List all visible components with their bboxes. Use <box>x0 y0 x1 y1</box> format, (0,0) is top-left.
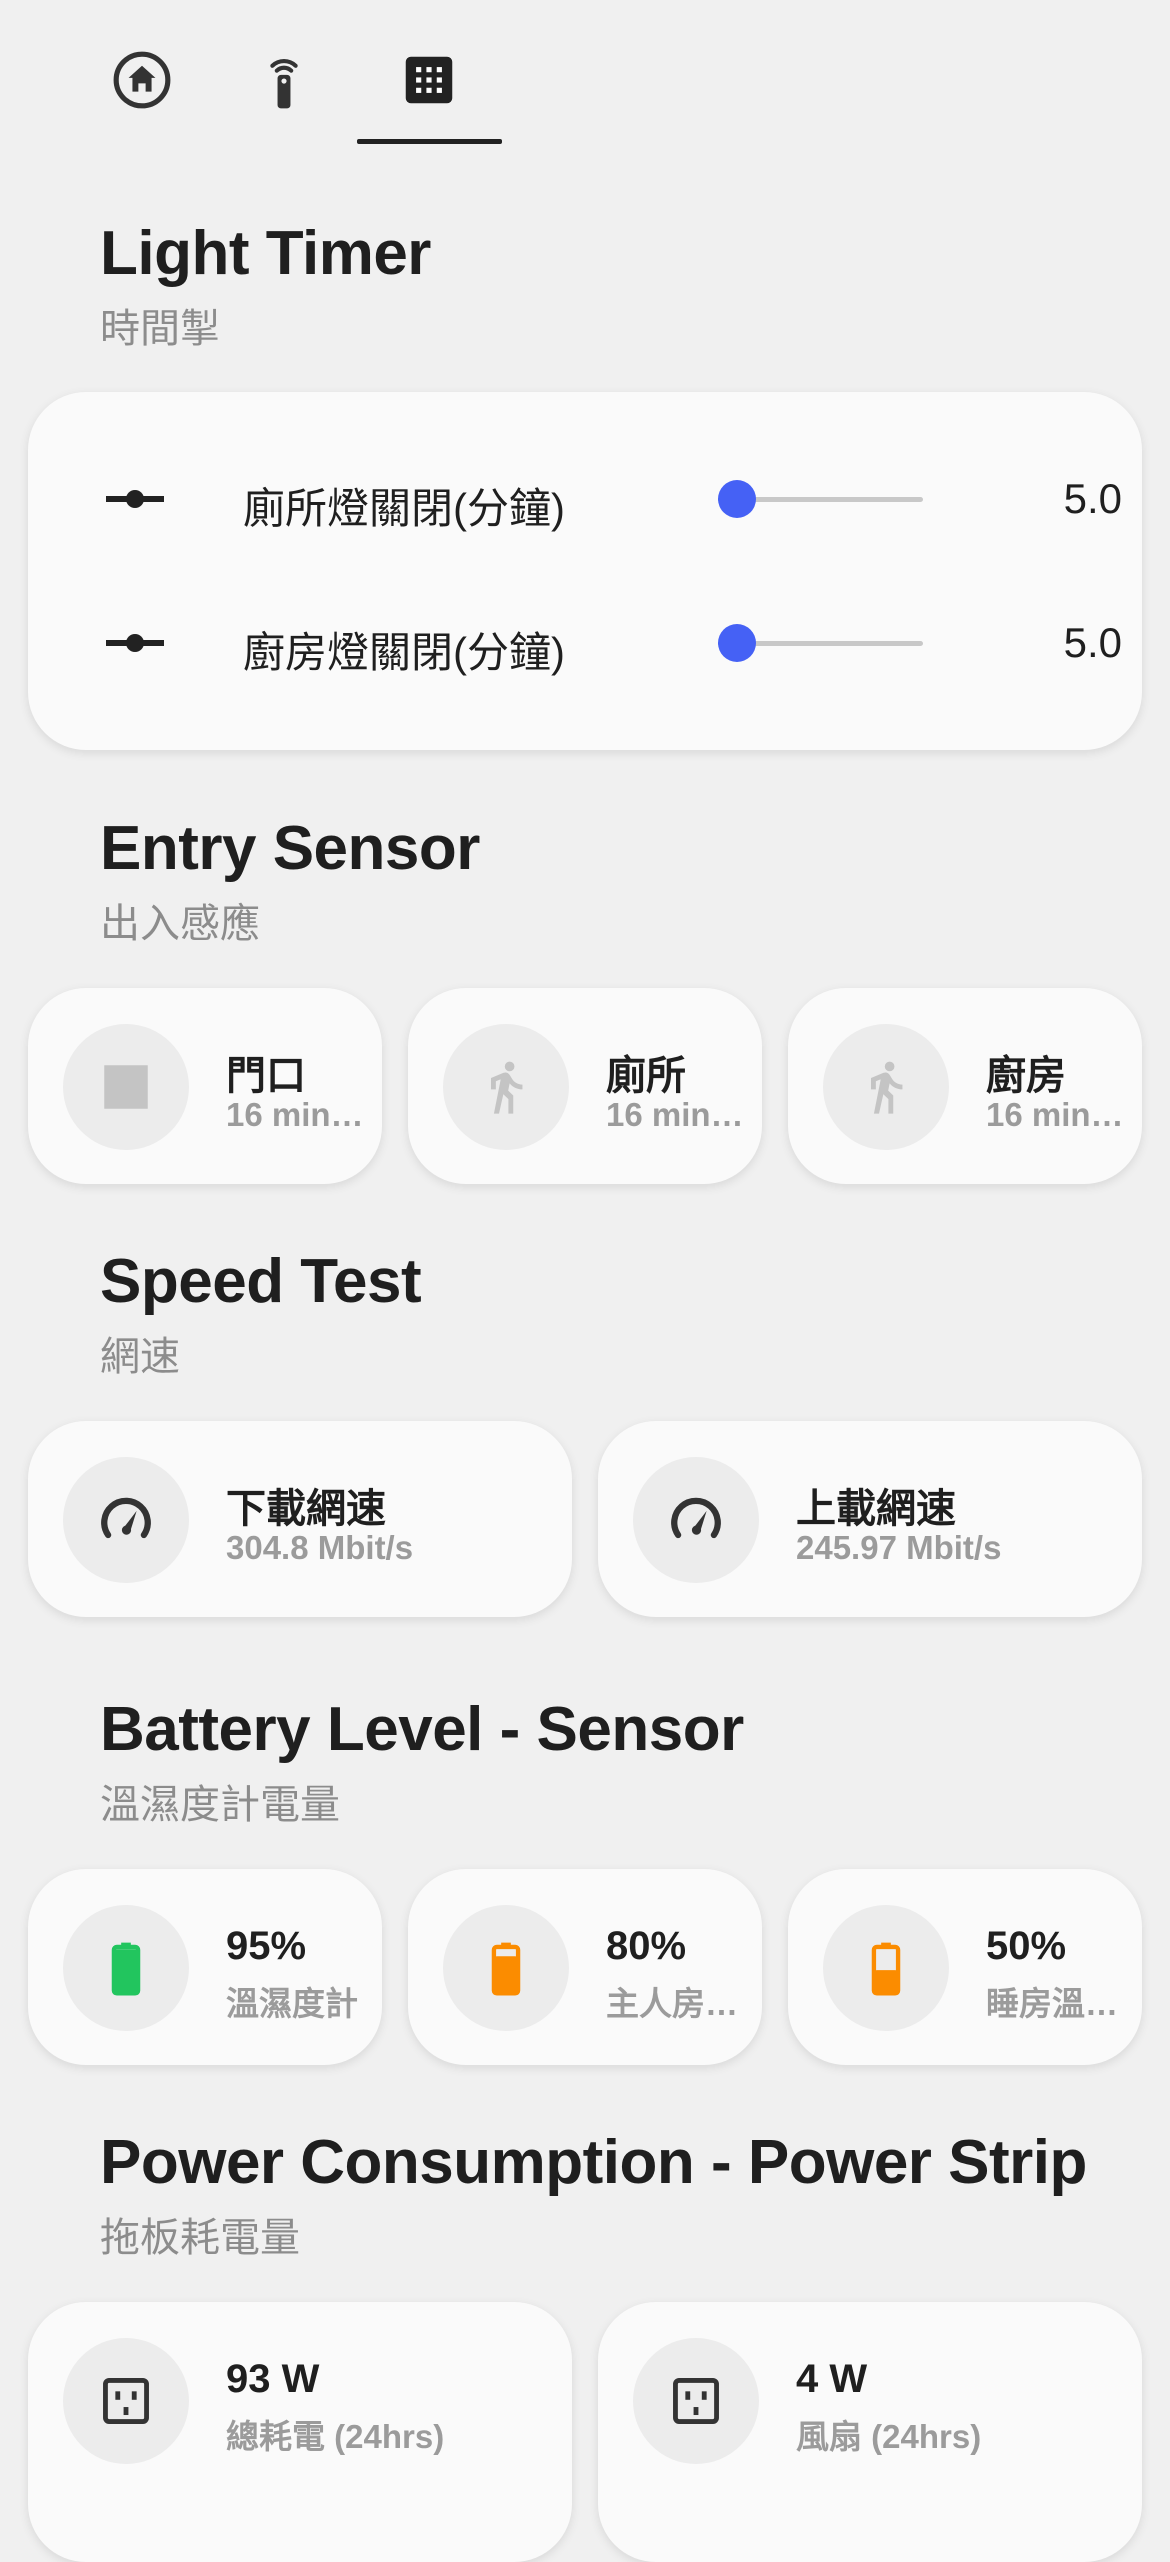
tab-grid[interactable] <box>359 20 499 140</box>
speed-test-tile[interactable]: 上載網速 245.97 Mbit/s <box>598 1421 1142 1617</box>
walking-person-icon <box>871 1061 903 1114</box>
active-tab-indicator <box>357 139 502 144</box>
tile-icon <box>823 1905 949 2031</box>
tile-name: 廚房 <box>986 1054 1066 1098</box>
power-socket-icon <box>103 2378 149 2424</box>
speedometer-icon <box>671 1497 721 1539</box>
speedometer-icon <box>101 1497 151 1539</box>
tile-icon <box>63 1024 189 1150</box>
speed-test-tile[interactable]: 下載網速 304.8 Mbit/s <box>28 1421 572 1617</box>
tile-icon <box>633 1457 759 1583</box>
tab-remote[interactable] <box>214 20 354 140</box>
tile-state: 16 minutes ago <box>606 1096 756 1133</box>
tile-state: 16 minutes ago <box>226 1096 376 1133</box>
entry-sensor-tile[interactable]: 廚房 16 minutes ago <box>788 988 1142 1184</box>
slider-row-icon <box>106 490 164 508</box>
power-tile[interactable]: 93 W 總耗電 (24hrs) <box>28 2302 572 2562</box>
tile-state: 主人房溫濕度計 <box>606 1985 756 2022</box>
timer-row-value: 5.0 <box>1063 475 1122 522</box>
tile-state: 總耗電 (24hrs) <box>226 2418 445 2455</box>
battery-icon <box>111 1942 141 1996</box>
section-subtitle-entry-sensor: 出入感應 <box>100 902 260 946</box>
entry-sensor-tile[interactable]: 廁所 16 minutes ago <box>408 988 762 1184</box>
tile-icon <box>443 1024 569 1150</box>
tile-icon <box>443 1905 569 2031</box>
walking-person-icon <box>491 1061 523 1114</box>
battery-tile[interactable]: 95% 溫濕度計 <box>28 1869 382 2065</box>
slider-row-icon <box>106 634 164 652</box>
section-title-power: Power Consumption - Power Strip <box>100 2128 1087 2197</box>
tile-name: 廁所 <box>606 1054 686 1098</box>
timer-row: 廁所燈關閉(分鐘) 5.0 <box>28 439 1170 559</box>
timer-row: 廚房燈關閉(分鐘) 5.0 <box>28 583 1170 703</box>
tile-name: 門口 <box>226 1054 306 1098</box>
tile-name: 50% <box>986 1924 1067 1968</box>
section-subtitle-light-timer: 時間掣 <box>100 307 220 351</box>
timer-row-label: 廚房燈關閉(分鐘) <box>243 629 565 676</box>
tile-name: 下載網速 <box>226 1487 386 1531</box>
section-subtitle-speed-test: 網速 <box>100 1335 180 1379</box>
tile-name: 93 W <box>226 2357 320 2401</box>
battery-icon <box>871 1942 901 1996</box>
battery-tile[interactable]: 50% 睡房溫濕度計 <box>788 1869 1142 2065</box>
power-socket-icon <box>673 2378 719 2424</box>
tile-icon <box>63 1457 189 1583</box>
tile-name: 95% <box>226 1924 307 1968</box>
section-subtitle-battery: 溫濕度計電量 <box>100 1783 340 1827</box>
entry-sensor-tile[interactable]: 門口 16 minutes ago <box>28 988 382 1184</box>
section-title-entry-sensor: Entry Sensor <box>100 814 480 883</box>
light-timer-card: 廁所燈關閉(分鐘) 5.0 廚房燈關閉(分鐘) 5.0 <box>28 392 1142 750</box>
remote-icon <box>270 59 298 109</box>
tile-state: 風扇 (24hrs) <box>796 2418 982 2455</box>
tab-bar <box>0 0 1170 145</box>
tile-state: 睡房溫濕度計 <box>986 1985 1136 2022</box>
tile-name: 80% <box>606 1924 687 1968</box>
tile-state: 溫濕度計 <box>226 1985 358 2022</box>
section-title-battery: Battery Level - Sensor <box>100 1695 744 1764</box>
section-title-speed-test: Speed Test <box>100 1247 422 1316</box>
tab-home[interactable] <box>72 20 212 140</box>
timer-row-label: 廁所燈關閉(分鐘) <box>243 485 565 532</box>
tile-icon <box>633 2338 759 2464</box>
section-subtitle-power: 拖板耗電量 <box>100 2216 300 2260</box>
tile-name: 4 W <box>796 2357 868 2401</box>
battery-tile[interactable]: 80% 主人房溫濕度計 <box>408 1869 762 2065</box>
timer-slider[interactable] <box>718 474 923 524</box>
timer-row-value: 5.0 <box>1063 619 1122 666</box>
tile-icon <box>823 1024 949 1150</box>
grid-icon <box>405 56 453 104</box>
tile-icon <box>63 2338 189 2464</box>
tile-icon <box>63 1905 189 2031</box>
door-closed-icon <box>104 1065 148 1109</box>
home-icon <box>113 51 171 109</box>
slider-thumb[interactable] <box>718 480 756 518</box>
power-tile[interactable]: 4 W 風扇 (24hrs) <box>598 2302 1142 2562</box>
timer-slider[interactable] <box>718 618 923 668</box>
tile-state: 304.8 Mbit/s <box>226 1529 414 1566</box>
tile-state: 245.97 Mbit/s <box>796 1529 1002 1566</box>
section-title-light-timer: Light Timer <box>100 219 431 288</box>
tile-name: 上載網速 <box>796 1487 956 1531</box>
tile-state: 16 minutes ago <box>986 1096 1136 1133</box>
slider-thumb[interactable] <box>718 624 756 662</box>
battery-icon <box>491 1942 521 1996</box>
